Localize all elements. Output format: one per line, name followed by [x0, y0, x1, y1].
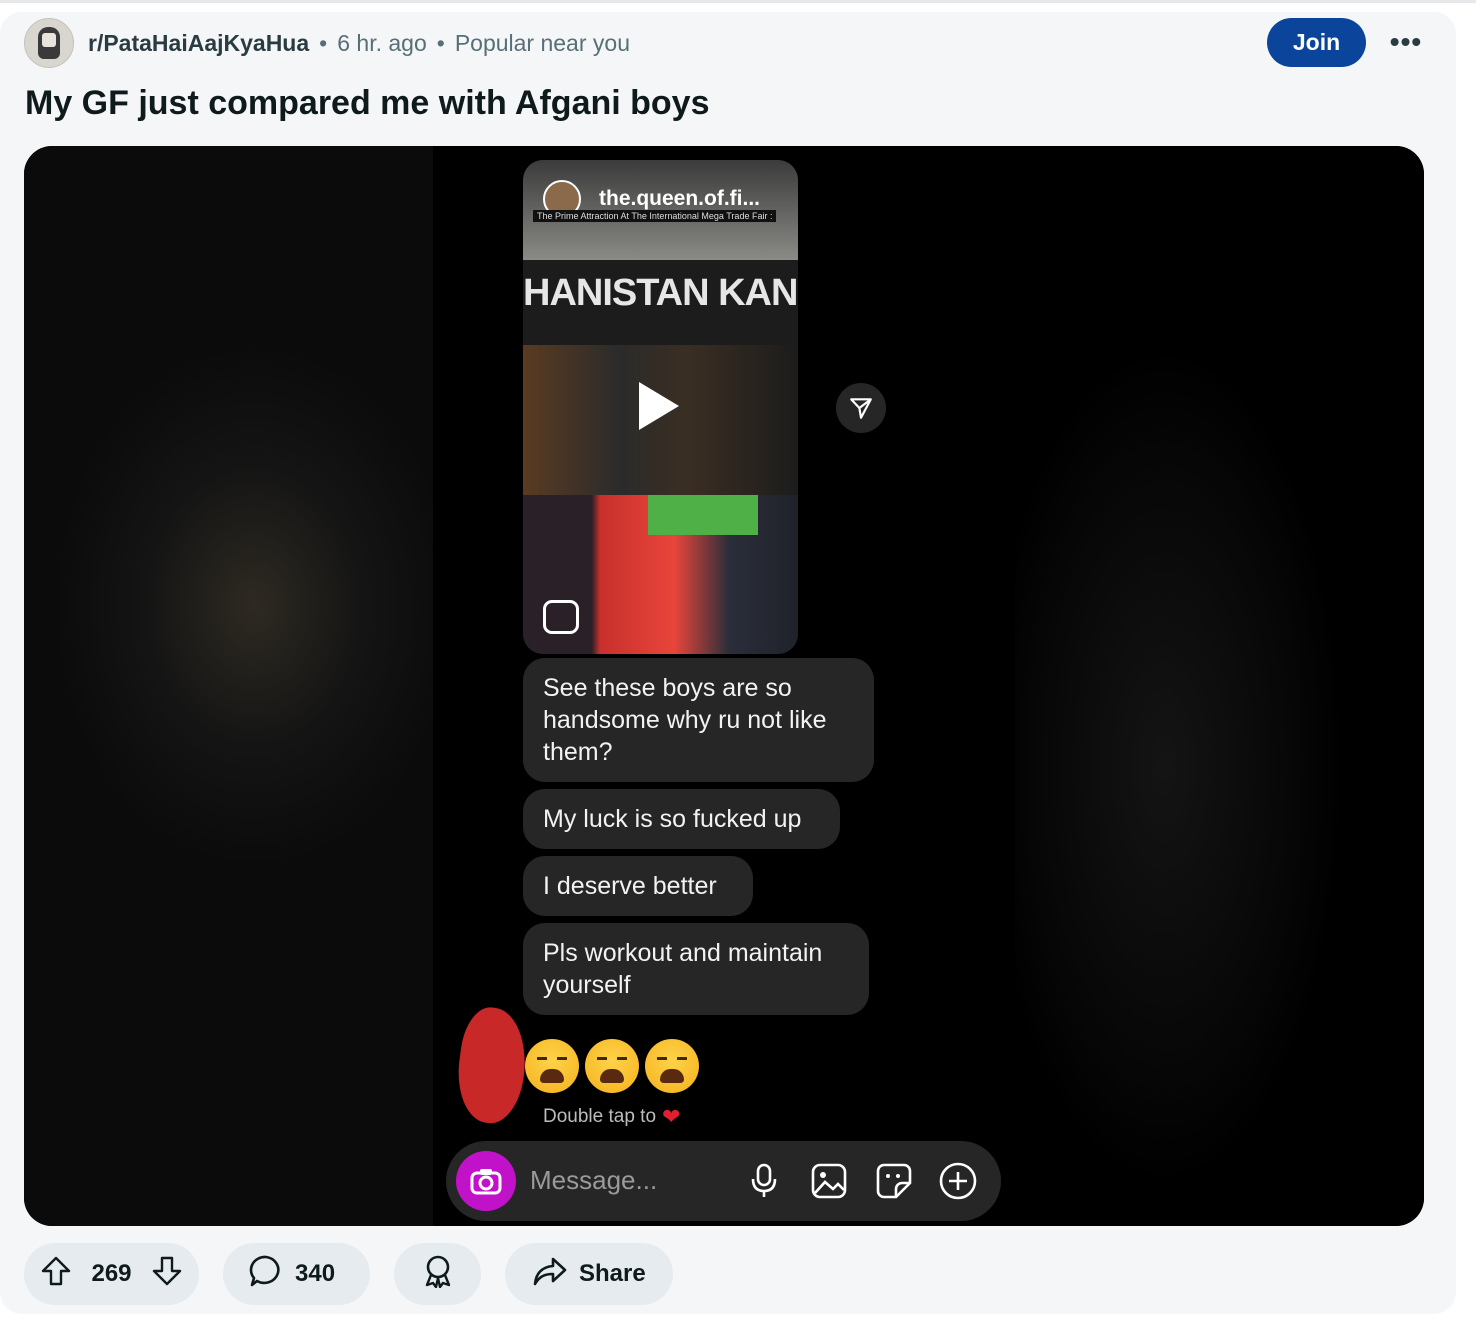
message-bubble: Pls workout and maintain yourself [523, 923, 869, 1015]
subreddit-name[interactable]: r/PataHaiAajKyaHua [88, 30, 309, 57]
post-image[interactable]: HANISTAN KANDH the.queen.of.fi... The Pr… [24, 146, 1424, 1226]
message-placeholder: Message... [530, 1165, 658, 1195]
double-tap-hint: Double tap to ❤ [543, 1104, 680, 1130]
vote-count: 269 [91, 1260, 132, 1287]
share-label: Share [579, 1260, 646, 1287]
more-options-button[interactable]: ••• [1385, 22, 1427, 62]
send-icon [836, 383, 886, 433]
subreddit-avatar[interactable] [24, 18, 74, 68]
plus-icon [938, 1161, 978, 1201]
post-actions: 269 340 Share [24, 1243, 673, 1305]
separator-dot: • [319, 29, 328, 56]
heart-icon: ❤ [662, 1104, 681, 1129]
blurred-background-right [1014, 146, 1424, 1226]
separator-dot: • [436, 29, 445, 56]
award-icon [422, 1254, 454, 1295]
weary-face-emoji [525, 1039, 579, 1093]
comment-icon [249, 1254, 283, 1295]
blurred-background-left [24, 146, 434, 1226]
tired-face-emoji [585, 1039, 639, 1093]
comments-button[interactable]: 340 [223, 1243, 370, 1305]
reel-caption: The Prime Attraction At The Internationa… [533, 210, 777, 222]
join-button[interactable]: Join [1267, 18, 1366, 67]
mic-icon [744, 1161, 784, 1201]
message-bubble: See these boys are so handsome why ru no… [523, 658, 874, 782]
message-bubble: I deserve better [523, 856, 753, 916]
share-icon [533, 1256, 567, 1293]
gallery-icon [809, 1161, 849, 1201]
chat-screenshot: HANISTAN KANDH the.queen.of.fi... The Pr… [433, 146, 1015, 1226]
vote-group: 269 [24, 1243, 199, 1305]
reel-thumbnail: HANISTAN KANDH the.queen.of.fi... The Pr… [523, 160, 798, 654]
message-bubble: My luck is so fucked up [523, 789, 840, 849]
reel-banner: HANISTAN KANDH [523, 260, 798, 357]
post-header: r/PataHaiAajKyaHua • 6 hr. ago • Popular… [24, 18, 630, 68]
tired-face-emoji [645, 1039, 699, 1093]
share-button[interactable]: Share [505, 1243, 673, 1305]
post-time: 6 hr. ago [337, 29, 427, 56]
reel-owner-name: the.queen.of.fi... [599, 187, 760, 210]
post-meta: r/PataHaiAajKyaHua • 6 hr. ago • Popular… [88, 30, 630, 57]
top-divider [0, 0, 1476, 3]
redaction-scribble [451, 1003, 533, 1128]
post-context: Popular near you [454, 29, 630, 56]
sticker-icon [874, 1161, 914, 1201]
post-title[interactable]: My GF just compared me with Afgani boys [25, 84, 710, 123]
play-icon [639, 382, 679, 430]
message-input-bar: Message... [446, 1141, 1001, 1221]
emoji-message [525, 1039, 699, 1093]
camera-icon [456, 1151, 516, 1211]
comment-count: 340 [295, 1260, 336, 1287]
double-tap-text: Double tap to [543, 1106, 657, 1127]
reel-icon [543, 600, 579, 634]
award-button[interactable] [394, 1243, 481, 1305]
upvote-icon[interactable] [40, 1255, 72, 1294]
downvote-icon[interactable] [151, 1255, 183, 1294]
